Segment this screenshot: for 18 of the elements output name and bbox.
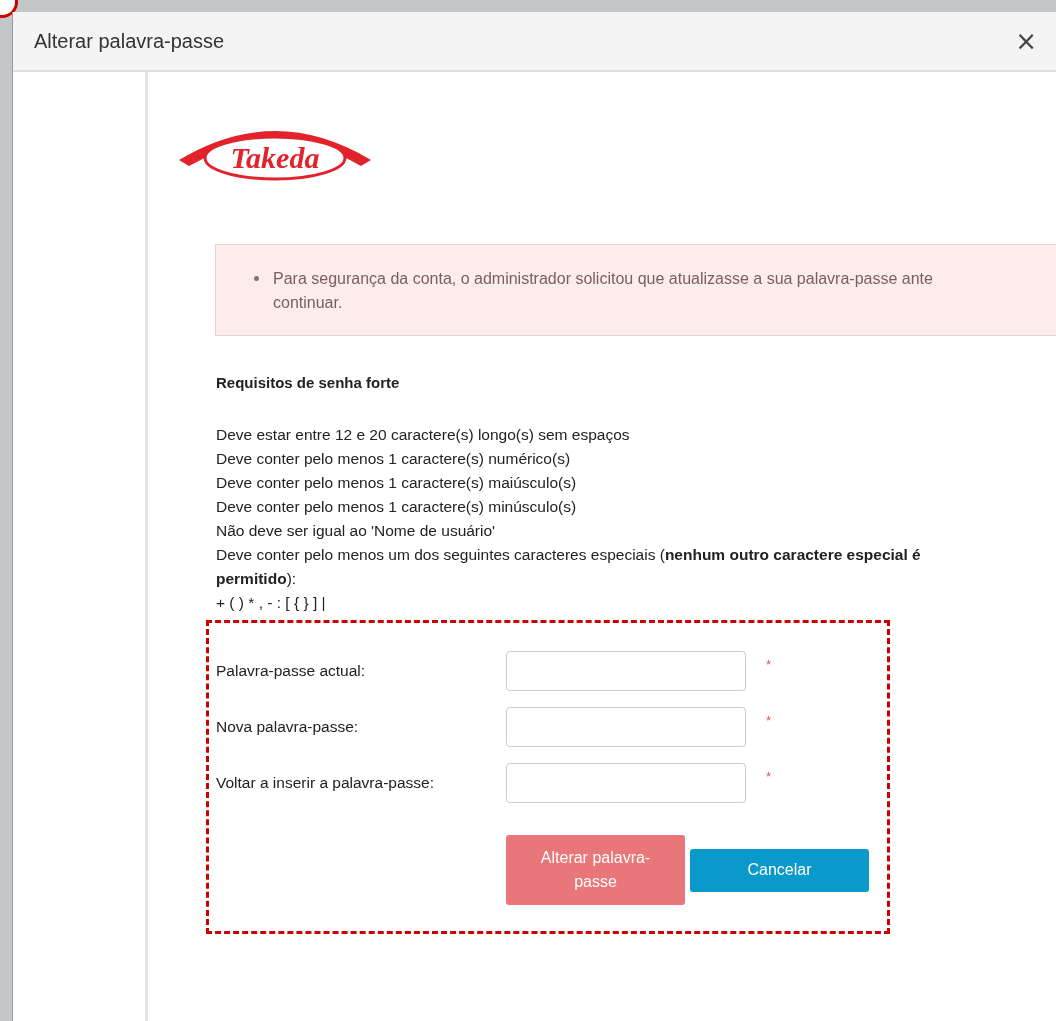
- required-mark: *: [766, 713, 772, 728]
- cancel-button[interactable]: Cancelar: [690, 848, 869, 892]
- requirement-text: + ( ) * , - : [ { } ] |: [216, 593, 327, 613]
- field-label: Nova palavra-passe:: [216, 718, 360, 736]
- required-mark: *: [766, 657, 772, 672]
- requirement-text: Não deve ser igual ao 'Nome de usuário': [216, 521, 497, 541]
- requirement-text: Deve conter pelo menos 1 caractere(s) minúsculo(s): [216, 497, 578, 517]
- field-label: Palavra-passe actual:: [216, 662, 367, 680]
- field-label: Voltar a inserir a palavra-passe:: [216, 774, 435, 792]
- alert-message: Para segurança da conta, o administrador solicitou que atualizasse a sua palavra-passe ante continuar.: [273, 269, 933, 313]
- requirement-text: Deve conter pelo menos 1 caractere(s) numérico(s): [216, 449, 572, 469]
- requirements-heading: Requisitos de senha forte: [216, 374, 401, 391]
- requirement-text: Deve estar entre 12 e 20 caractere(s) longo(s) sem espaços: [216, 425, 631, 445]
- requirement-text: Deve conter pelo menos um dos seguintes caracteres especiais (nenhum outro caractere especial é permitido):: [216, 545, 922, 589]
- dialog-title: Alterar palavra-passe: [34, 29, 225, 53]
- requirement-text: Deve conter pelo menos 1 caractere(s) maiúsculo(s): [216, 473, 578, 493]
- close-button[interactable]: ×: [1015, 26, 1037, 56]
- required-mark: *: [766, 769, 772, 784]
